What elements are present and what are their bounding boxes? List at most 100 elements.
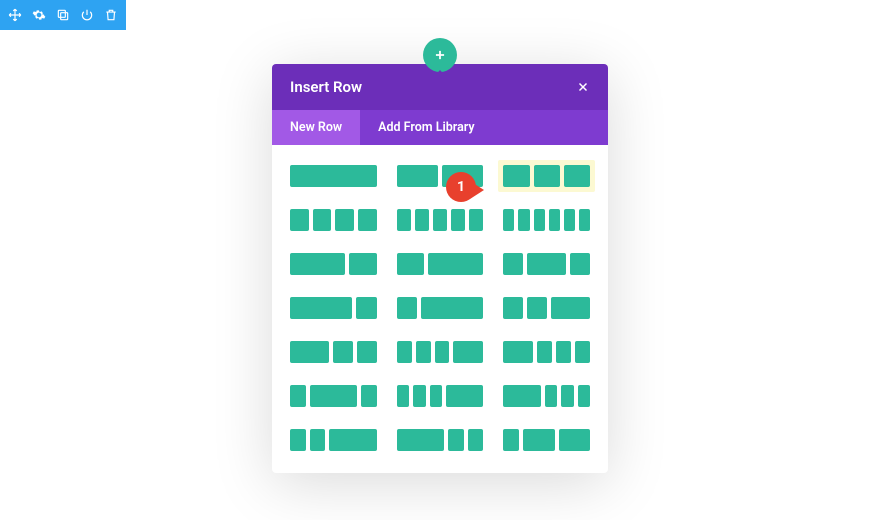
layout-column	[349, 253, 377, 275]
layout-column	[421, 297, 483, 319]
layout-option[interactable]	[290, 341, 377, 363]
layout-option[interactable]	[397, 165, 484, 187]
layout-column	[575, 341, 590, 363]
layout-option[interactable]	[397, 341, 484, 363]
layout-option[interactable]	[503, 341, 590, 363]
layout-column	[290, 429, 306, 451]
layout-column	[503, 385, 540, 407]
layout-column	[313, 209, 332, 231]
layout-option[interactable]	[397, 209, 484, 231]
layout-column	[549, 209, 560, 231]
layout-column	[527, 297, 547, 319]
layout-column	[570, 253, 590, 275]
layout-column	[415, 209, 429, 231]
tab-new-row[interactable]: New Row	[272, 110, 360, 145]
layout-option[interactable]	[290, 165, 377, 187]
layout-column	[397, 341, 412, 363]
layout-option[interactable]	[498, 160, 595, 192]
layout-column	[503, 253, 523, 275]
duplicate-icon[interactable]	[51, 3, 75, 27]
add-section-button[interactable]	[423, 38, 457, 72]
layout-column	[453, 341, 483, 363]
layout-column	[397, 209, 411, 231]
layout-column	[361, 385, 377, 407]
layout-column	[329, 429, 376, 451]
move-icon[interactable]	[3, 3, 27, 27]
layout-column	[335, 209, 354, 231]
layout-option[interactable]	[397, 429, 484, 451]
layout-column	[397, 385, 409, 407]
layout-option[interactable]	[503, 253, 590, 275]
layout-column	[310, 429, 326, 451]
layout-column	[451, 209, 465, 231]
layout-column	[310, 385, 357, 407]
layout-option[interactable]	[503, 385, 590, 407]
layout-column	[446, 385, 483, 407]
layout-option[interactable]	[397, 253, 484, 275]
close-icon[interactable]	[576, 80, 590, 94]
insert-row-modal: Insert Row New Row Add From Library	[272, 64, 608, 473]
layout-column	[545, 385, 557, 407]
layout-option[interactable]	[503, 209, 590, 231]
layout-column	[290, 297, 352, 319]
layout-column	[559, 429, 590, 451]
layout-option[interactable]	[503, 429, 590, 451]
layout-column	[430, 385, 442, 407]
layout-column	[416, 341, 431, 363]
power-icon[interactable]	[75, 3, 99, 27]
layout-column	[435, 341, 450, 363]
layout-column	[579, 209, 590, 231]
layout-option[interactable]	[290, 253, 377, 275]
layout-column	[561, 385, 573, 407]
layout-column	[433, 209, 447, 231]
layout-column	[503, 341, 533, 363]
layout-column	[397, 297, 418, 319]
modal-title: Insert Row	[290, 78, 362, 96]
layout-column	[290, 253, 345, 275]
layout-column	[551, 297, 590, 319]
layout-column	[428, 253, 483, 275]
layout-option[interactable]	[290, 297, 377, 319]
layout-column	[397, 165, 438, 187]
layout-column	[333, 341, 353, 363]
layout-option[interactable]	[290, 209, 377, 231]
layout-column	[290, 165, 377, 187]
layout-column	[358, 209, 377, 231]
modal-body	[272, 145, 608, 473]
layout-column	[534, 165, 560, 187]
layout-option[interactable]	[290, 429, 377, 451]
trash-icon[interactable]	[99, 3, 123, 27]
layout-column	[564, 209, 575, 231]
gear-icon[interactable]	[27, 3, 51, 27]
layout-column	[356, 297, 377, 319]
section-toolbar	[0, 0, 126, 30]
layout-column	[503, 209, 514, 231]
layout-column	[564, 165, 590, 187]
layout-column	[357, 341, 377, 363]
layout-column	[413, 385, 425, 407]
layout-column	[290, 209, 309, 231]
layout-column	[290, 341, 329, 363]
layout-column	[290, 385, 306, 407]
layout-column	[468, 429, 484, 451]
layout-column	[534, 209, 545, 231]
layout-column	[503, 429, 519, 451]
layout-column	[527, 253, 566, 275]
layout-option[interactable]	[397, 385, 484, 407]
layout-column	[523, 429, 554, 451]
layout-option[interactable]	[290, 385, 377, 407]
layout-column	[556, 341, 571, 363]
tab-add-from-library[interactable]: Add From Library	[360, 110, 492, 145]
layout-column	[578, 385, 590, 407]
layout-column	[397, 253, 425, 275]
layout-grid	[290, 165, 590, 451]
layout-column	[503, 165, 529, 187]
layout-option[interactable]	[397, 297, 484, 319]
layout-column	[448, 429, 464, 451]
modal-tabs: New Row Add From Library	[272, 110, 608, 145]
layout-column	[518, 209, 529, 231]
layout-column	[537, 341, 552, 363]
layout-column	[397, 429, 444, 451]
layout-option[interactable]	[503, 297, 590, 319]
layout-column	[442, 165, 483, 187]
